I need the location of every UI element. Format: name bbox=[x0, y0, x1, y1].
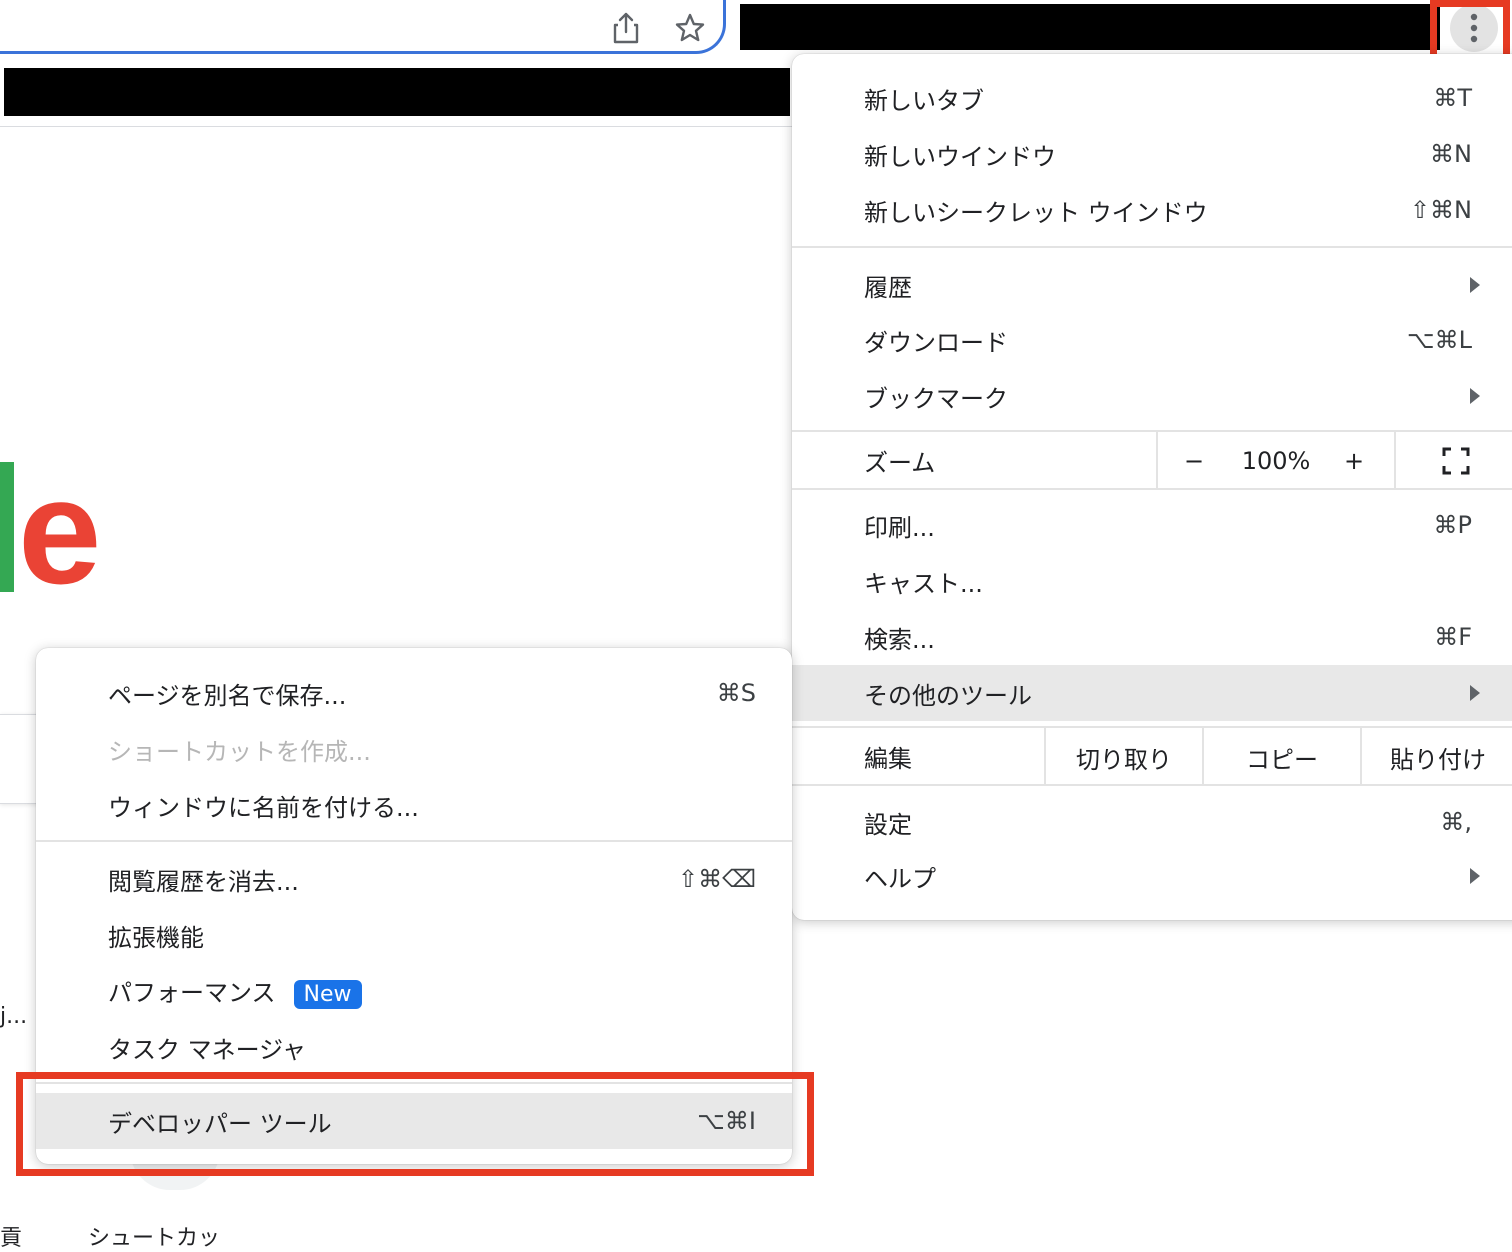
menu-item-save-page-as[interactable]: ページを別名で保存... ⌘S bbox=[36, 665, 792, 721]
menu-item-label: 履歴 bbox=[864, 273, 912, 302]
menu-separator bbox=[792, 784, 1512, 786]
redacted-region bbox=[740, 4, 1440, 50]
menu-item-help[interactable]: ヘルプ bbox=[792, 848, 1512, 904]
menu-item-performance[interactable]: パフォーマンス New bbox=[36, 963, 792, 1019]
menu-item-label: 検索... bbox=[864, 625, 935, 654]
menu-item-label: 拡張機能 bbox=[108, 923, 204, 952]
divider bbox=[0, 126, 792, 127]
menu-item-label: その他のツール bbox=[864, 681, 1032, 710]
paste-button[interactable]: 貼り付け bbox=[1362, 728, 1512, 786]
menu-separator bbox=[792, 488, 1512, 490]
menu-item-shortcut: ⇧⌘N bbox=[1409, 196, 1472, 224]
highlight-box-developer-tools bbox=[16, 1072, 814, 1176]
chevron-right-icon bbox=[1470, 277, 1480, 293]
share-icon[interactable] bbox=[606, 8, 646, 48]
menu-item-bookmarks[interactable]: ブックマーク bbox=[792, 368, 1512, 424]
menu-item-clear-browsing-data[interactable]: 閲覧履歴を消去... ⇧⌘⌫ bbox=[36, 851, 792, 907]
menu-item-label: キャスト... bbox=[864, 569, 983, 598]
menu-item-label: タスク マネージャ bbox=[108, 1035, 306, 1064]
menu-item-shortcut: ⌘P bbox=[1433, 511, 1472, 539]
chevron-right-icon bbox=[1470, 685, 1480, 701]
redacted-region bbox=[4, 68, 790, 116]
star-icon[interactable] bbox=[670, 8, 710, 48]
menu-item-label: パフォーマンス bbox=[108, 979, 276, 1008]
menu-item-label: 閲覧履歴を消去... bbox=[108, 867, 299, 896]
menu-item-extensions[interactable]: 拡張機能 bbox=[36, 907, 792, 963]
logo-fragment-bar bbox=[0, 462, 14, 592]
menu-item-cast[interactable]: キャスト... bbox=[792, 553, 1512, 609]
bottom-text-fragment: シュートカッ bbox=[88, 1226, 221, 1251]
logo-fragment: e bbox=[18, 447, 102, 615]
new-badge: New bbox=[293, 979, 362, 1009]
menu-item-label: ヘルプ bbox=[864, 864, 936, 893]
zoom-level: 100% bbox=[1241, 447, 1311, 475]
menu-row-zoom: ズーム bbox=[792, 432, 1512, 488]
menu-item-new-tab[interactable]: 新しいタブ ⌘T bbox=[792, 70, 1512, 126]
menu-item-label: 印刷... bbox=[864, 513, 935, 542]
zoom-out-button[interactable]: − bbox=[1172, 432, 1216, 490]
menu-item-label-wrap: パフォーマンス New bbox=[108, 973, 362, 1009]
fullscreen-icon[interactable] bbox=[1428, 440, 1484, 482]
chrome-main-menu: 新しいタブ ⌘T 新しいウインドウ ⌘N 新しいシークレット ウインドウ ⇧⌘N… bbox=[792, 54, 1512, 920]
menu-item-find[interactable]: 検索... ⌘F bbox=[792, 609, 1512, 665]
menu-item-label: ページを別名で保存... bbox=[108, 681, 347, 710]
menu-item-history[interactable]: 履歴 bbox=[792, 257, 1512, 313]
menu-separator bbox=[36, 840, 792, 842]
chevron-right-icon bbox=[1470, 388, 1480, 404]
menu-item-shortcut: ⌥⌘L bbox=[1406, 326, 1472, 354]
menu-item-shortcut: ⌘, bbox=[1440, 808, 1472, 836]
menu-item-label: ダウンロード bbox=[864, 328, 1008, 357]
menu-item-shortcut: ⇧⌘⌫ bbox=[677, 865, 756, 893]
menu-item-print[interactable]: 印刷... ⌘P bbox=[792, 497, 1512, 553]
menu-item-label: ショートカットを作成... bbox=[108, 737, 371, 766]
menu-item-name-window[interactable]: ウィンドウに名前を付ける... bbox=[36, 777, 792, 833]
menu-item-new-incognito-window[interactable]: 新しいシークレット ウインドウ ⇧⌘N bbox=[792, 182, 1512, 238]
menu-item-label: ブックマーク bbox=[864, 384, 1008, 413]
menu-item-new-window[interactable]: 新しいウインドウ ⌘N bbox=[792, 126, 1512, 182]
search-box-fragment[interactable] bbox=[0, 714, 40, 804]
menu-item-shortcut: ⌘T bbox=[1433, 84, 1472, 112]
menu-item-label: ウィンドウに名前を付ける... bbox=[108, 793, 419, 822]
menu-item-more-tools[interactable]: その他のツール bbox=[792, 665, 1512, 721]
zoom-label: ズーム bbox=[864, 448, 936, 477]
menu-item-task-manager[interactable]: タスク マネージャ bbox=[36, 1019, 792, 1075]
chevron-right-icon bbox=[1470, 868, 1480, 884]
menu-item-label: 新しいウインドウ bbox=[864, 142, 1056, 171]
menu-item-shortcut: ⌘F bbox=[1434, 623, 1472, 651]
menu-separator bbox=[792, 246, 1512, 248]
menu-item-label: 新しいシークレット ウインドウ bbox=[864, 198, 1208, 227]
menu-separator bbox=[1394, 432, 1396, 490]
menu-item-create-shortcut: ショートカットを作成... bbox=[36, 721, 792, 777]
cut-button[interactable]: 切り取り bbox=[1046, 728, 1202, 786]
edit-label: 編集 bbox=[864, 744, 912, 773]
menu-item-shortcut: ⌘S bbox=[716, 679, 756, 707]
copy-button[interactable]: コピー bbox=[1204, 728, 1360, 786]
menu-item-label: 設定 bbox=[864, 810, 912, 839]
zoom-in-button[interactable]: + bbox=[1332, 432, 1376, 490]
menu-item-downloads[interactable]: ダウンロード ⌥⌘L bbox=[792, 312, 1512, 368]
menu-item-shortcut: ⌘N bbox=[1430, 140, 1472, 168]
menu-separator bbox=[1156, 432, 1158, 490]
menu-item-label: 新しいタブ bbox=[864, 86, 984, 115]
bottom-text-fragment: 貢 bbox=[0, 1226, 23, 1251]
menu-item-settings[interactable]: 設定 ⌘, bbox=[792, 794, 1512, 850]
shortcut-label-fragment: j... bbox=[0, 1004, 28, 1029]
